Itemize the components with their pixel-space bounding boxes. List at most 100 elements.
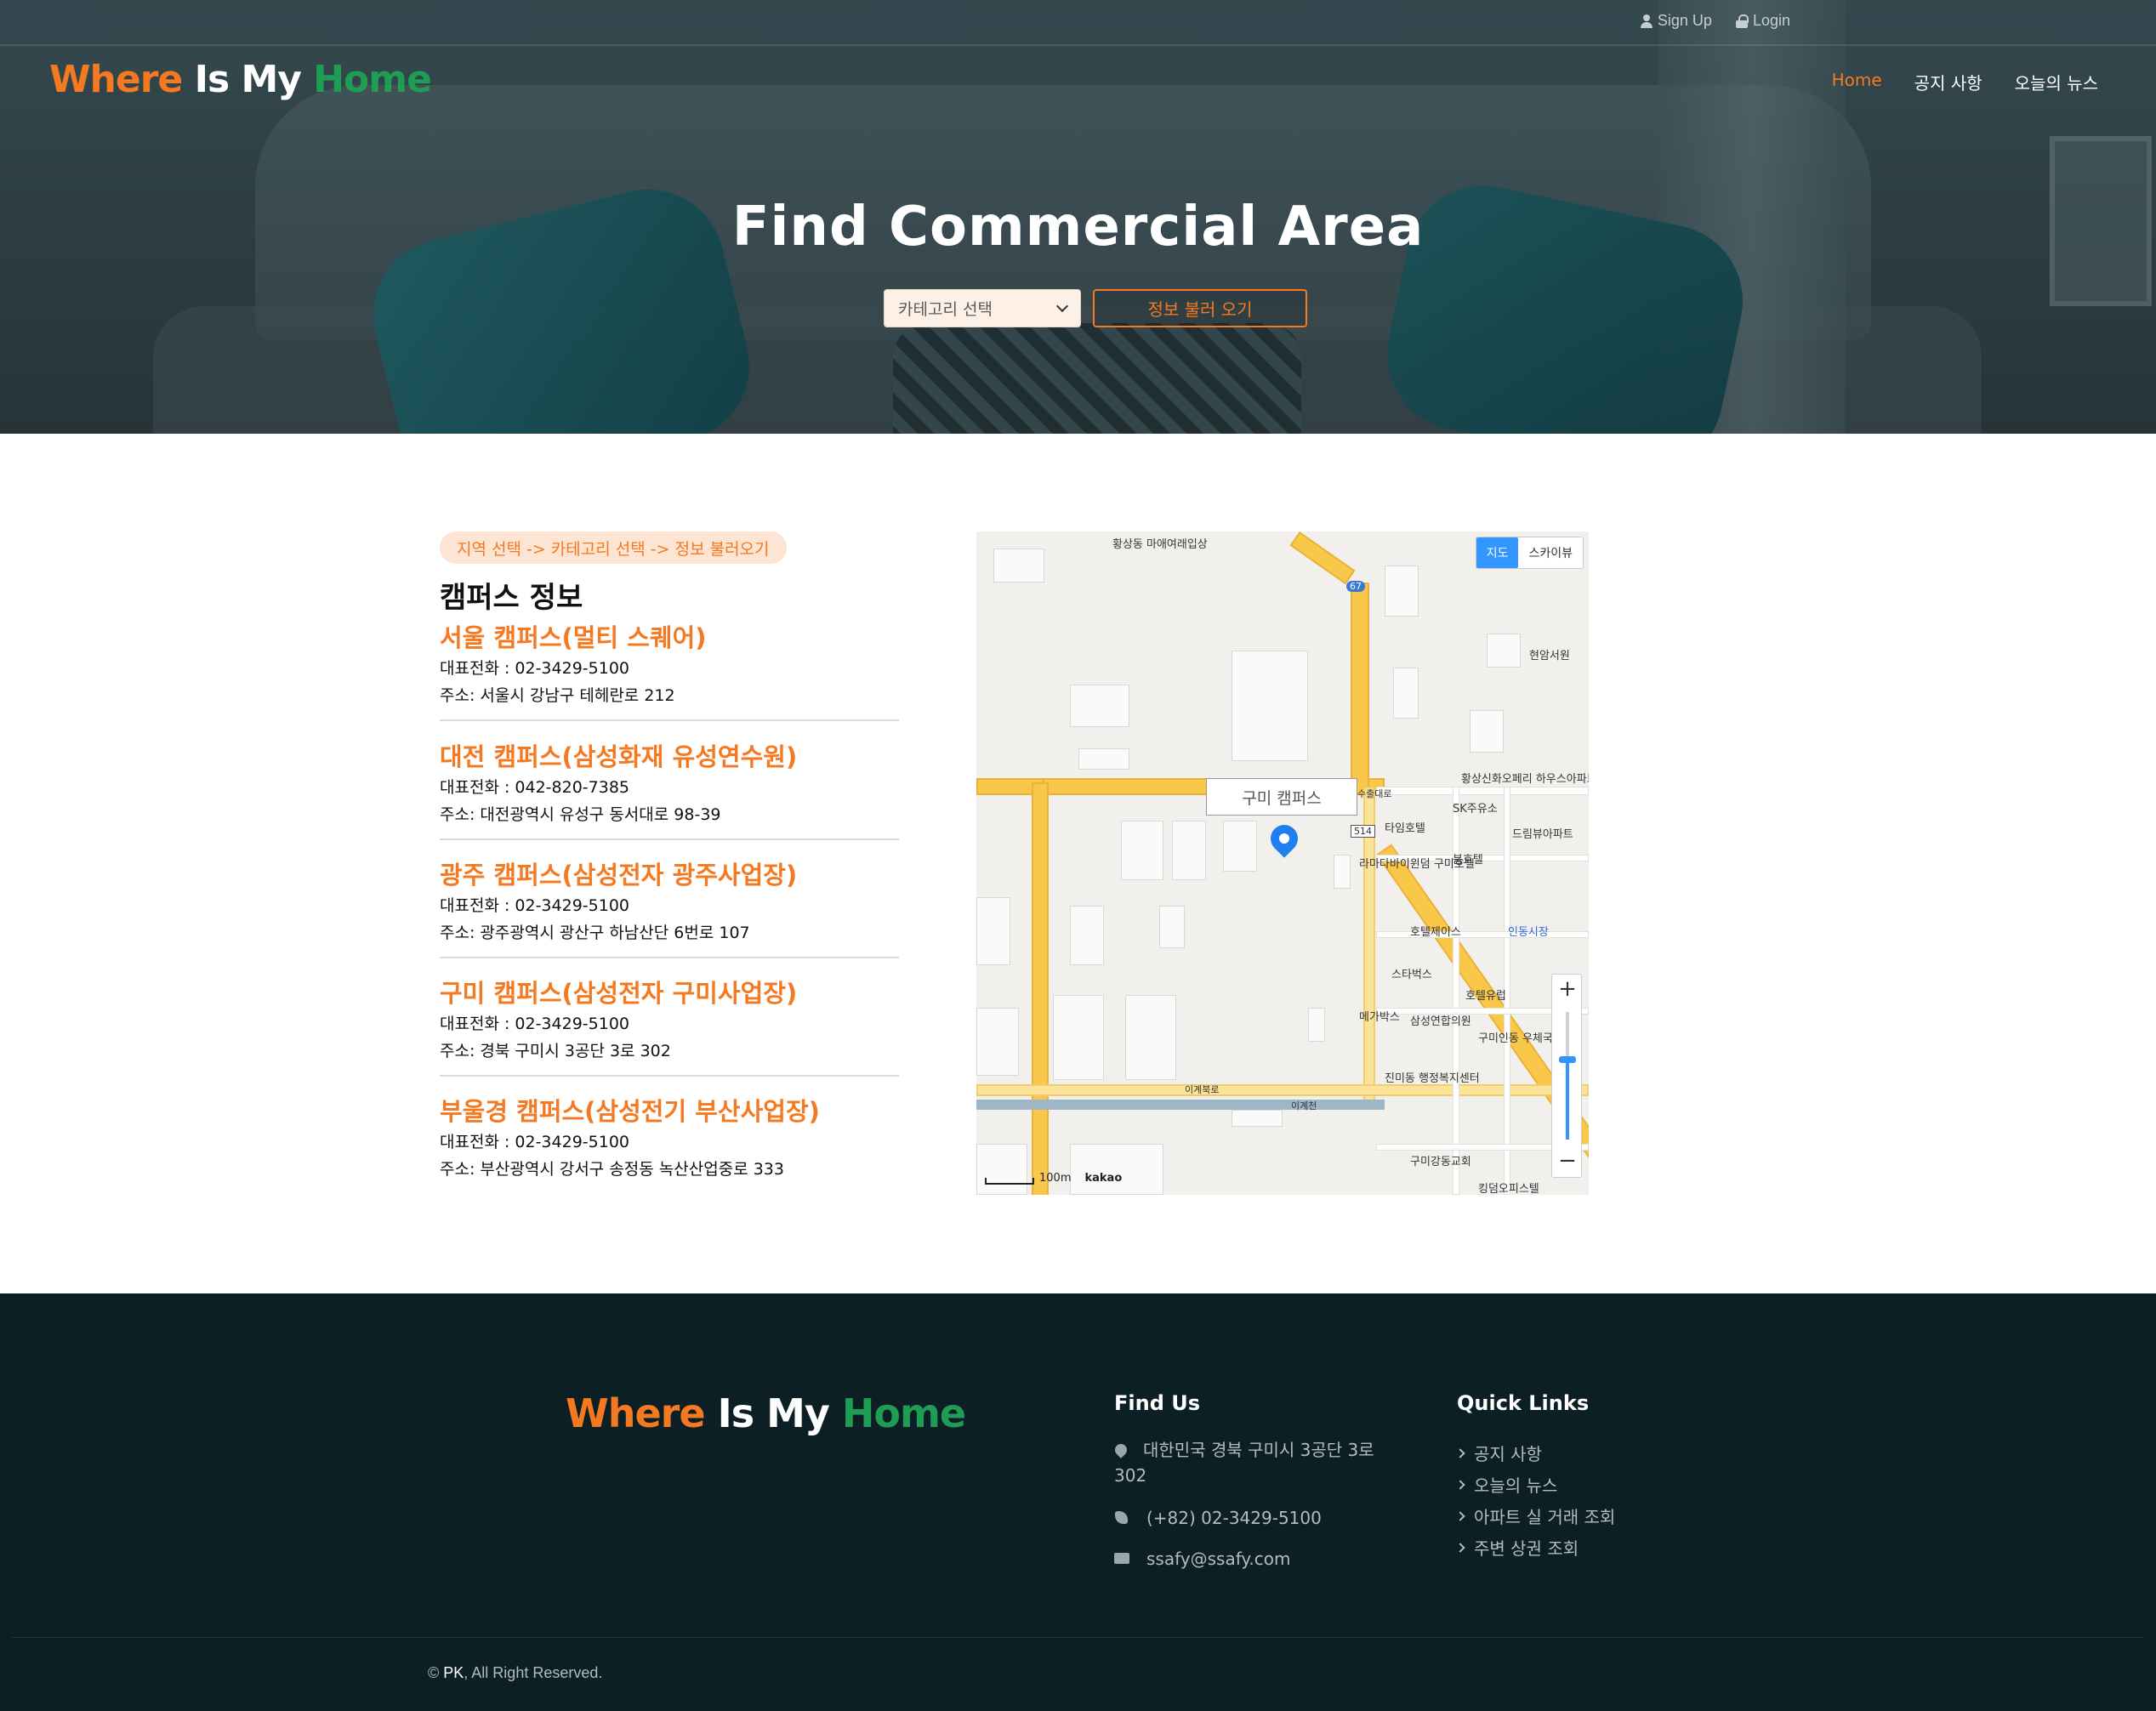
campus-phone: 대표전화 : 02-3429-5100	[440, 1015, 629, 1033]
nav-home[interactable]: Home	[1832, 70, 1882, 94]
campus-item: 광주 캠퍼스(삼성전자 광주사업장) 대표전화 : 02-3429-5100 주…	[440, 858, 899, 958]
map-building	[1470, 710, 1504, 753]
map-label: 인동시장	[1508, 926, 1549, 939]
map-label: 이계천	[1291, 1100, 1317, 1111]
map-building	[993, 549, 1044, 583]
map-type-skyview-button[interactable]: 스카이뷰	[1518, 537, 1583, 568]
quick-link-apartment[interactable]: 아파트 실 거래 조회	[1455, 1504, 1615, 1528]
campus-address: 주소: 부산광역시 강서구 송정동 녹산산업중로 333	[440, 1160, 784, 1179]
map-building	[1121, 821, 1163, 880]
zoom-slider-handle[interactable]	[1559, 1056, 1576, 1063]
chevron-right-icon	[1455, 1479, 1465, 1490]
map-building	[976, 1144, 1027, 1195]
campus-address: 주소: 대전광역시 유성구 동서대로 98-39	[440, 805, 721, 824]
campus-name: 구미 캠퍼스(삼성전자 구미사업장)	[440, 979, 798, 1008]
divider	[440, 838, 899, 840]
lock-icon	[1735, 14, 1749, 28]
campus-name: 서울 캠퍼스(멀티 스퀘어)	[440, 623, 707, 652]
map-label: 붐호텔	[1453, 854, 1483, 867]
map-label: 현암서원	[1529, 650, 1570, 662]
map-info-window: 구미 캠퍼스	[1206, 778, 1357, 816]
site-logo[interactable]: Where Is My Home	[49, 58, 432, 101]
login-link[interactable]: Login	[1735, 12, 1790, 30]
map-road	[1032, 782, 1049, 1195]
mail-icon	[1114, 1553, 1129, 1564]
quick-link-commercial[interactable]: 주변 상권 조회	[1455, 1535, 1579, 1560]
map-label: 호텔제이스	[1410, 926, 1461, 939]
map-building	[1125, 995, 1176, 1080]
footer-phone: (+82) 02-3429-5100	[1146, 1508, 1322, 1528]
campus-name: 부울경 캠퍼스(삼성전기 부산사업장)	[440, 1097, 820, 1126]
map-building	[1070, 685, 1129, 727]
map-label: 메가박스	[1359, 1011, 1400, 1024]
map-label: 황상신화오페리 하우스아파트	[1461, 773, 1589, 786]
chevron-right-icon	[1455, 1542, 1465, 1553]
campus-item: 부울경 캠퍼스(삼성전기 부산사업장) 대표전화 : 02-3429-5100 …	[440, 1094, 899, 1183]
map-building	[1223, 821, 1257, 872]
map-label: 수출대로	[1357, 788, 1392, 799]
map-building	[1159, 906, 1185, 948]
footer-logo[interactable]: Where Is My Home	[566, 1390, 966, 1436]
map-label: 황상동 마애여래입상	[1112, 538, 1208, 551]
footer-divider	[12, 1637, 2144, 1638]
copyright-owner-link[interactable]: PK	[443, 1664, 464, 1681]
category-select[interactable]: 카테고리 선택	[884, 289, 1081, 327]
user-icon	[1640, 14, 1653, 28]
nav-news[interactable]: 오늘의 뉴스	[2015, 70, 2098, 94]
map-building	[1232, 1110, 1283, 1127]
map-label: 킹덤오피스텔	[1478, 1183, 1539, 1195]
load-info-button[interactable]: 정보 불러 오기	[1093, 289, 1307, 327]
campus-item: 구미 캠퍼스(삼성전자 구미사업장) 대표전화 : 02-3429-5100 주…	[440, 976, 899, 1077]
map-building	[1308, 1008, 1325, 1042]
zoom-in-button[interactable]: +	[1552, 976, 1583, 1002]
map-label: 구미인동 우체국	[1478, 1032, 1553, 1045]
map-label: 구미강동교회	[1410, 1156, 1471, 1168]
copyright: © PK, All Right Reserved.	[428, 1664, 603, 1681]
map-building	[1172, 821, 1206, 880]
campus-item: 서울 캠퍼스(멀티 스퀘어) 대표전화 : 02-3429-5100 주소: 서…	[440, 621, 899, 721]
map-river	[976, 1100, 1385, 1110]
campus-phone: 대표전화 : 042-820-7385	[440, 778, 629, 797]
map-road	[1351, 583, 1369, 795]
category-select-value: 카테고리 선택	[898, 300, 993, 319]
kakao-map[interactable]: 황상동 마애여래입상 현암서원 황상신화오페리 하우스아파트 SK주유소 타임호…	[976, 531, 1589, 1195]
map-building	[976, 897, 1010, 965]
map-road	[976, 1084, 1589, 1096]
divider	[440, 719, 899, 721]
map-label: 진미동 행정복지센터	[1385, 1072, 1480, 1085]
map-building	[1070, 906, 1104, 965]
zoom-level-fill	[1566, 1060, 1569, 1140]
map-building	[1487, 634, 1521, 668]
step-guide-badge: 지역 선택 -> 카테고리 선택 -> 정보 불러오기	[440, 531, 787, 564]
divider	[440, 1075, 899, 1077]
hero-banner: Sign Up Login Where Is My Home Home 공지 사…	[0, 0, 2156, 434]
topbar-divider	[0, 44, 2156, 46]
footer-email[interactable]: ssafy@ssafy.com	[1146, 1546, 1290, 1572]
chevron-down-icon	[1055, 299, 1069, 312]
quick-link-notice[interactable]: 공지 사항	[1455, 1441, 1542, 1465]
divider	[440, 957, 899, 958]
map-building	[1078, 748, 1129, 770]
footer-address: 대한민국 경북 구미시 3공단 3로 302	[1114, 1440, 1374, 1486]
campus-phone: 대표전화 : 02-3429-5100	[440, 896, 629, 915]
campus-name: 광주 캠퍼스(삼성전자 광주사업장)	[440, 861, 798, 890]
map-street	[1376, 931, 1589, 938]
map-type-map-button[interactable]: 지도	[1476, 537, 1519, 568]
route-badge: 67	[1346, 581, 1365, 592]
nav-notice[interactable]: 공지 사항	[1914, 70, 1982, 94]
map-building	[1334, 855, 1351, 889]
signup-link[interactable]: Sign Up	[1640, 12, 1712, 30]
map-building	[1232, 651, 1308, 761]
map-building	[976, 1008, 1019, 1076]
campus-item: 대전 캠퍼스(삼성화재 유성연수원) 대표전화 : 042-820-7385 주…	[440, 740, 899, 840]
zoom-out-button[interactable]: −	[1552, 1148, 1583, 1174]
main-nav: Home 공지 사항 오늘의 뉴스	[1832, 70, 2098, 94]
quick-link-news[interactable]: 오늘의 뉴스	[1455, 1472, 1557, 1497]
map-building	[1053, 995, 1104, 1080]
map-label: 이계북로	[1185, 1084, 1220, 1095]
map-label: SK주유소	[1453, 803, 1498, 816]
campus-phone: 대표전화 : 02-3429-5100	[440, 659, 629, 678]
map-marker-icon[interactable]	[1265, 819, 1304, 858]
map-scale: 100m kakao	[985, 1172, 1122, 1185]
scale-label: 100m	[1039, 1172, 1072, 1185]
